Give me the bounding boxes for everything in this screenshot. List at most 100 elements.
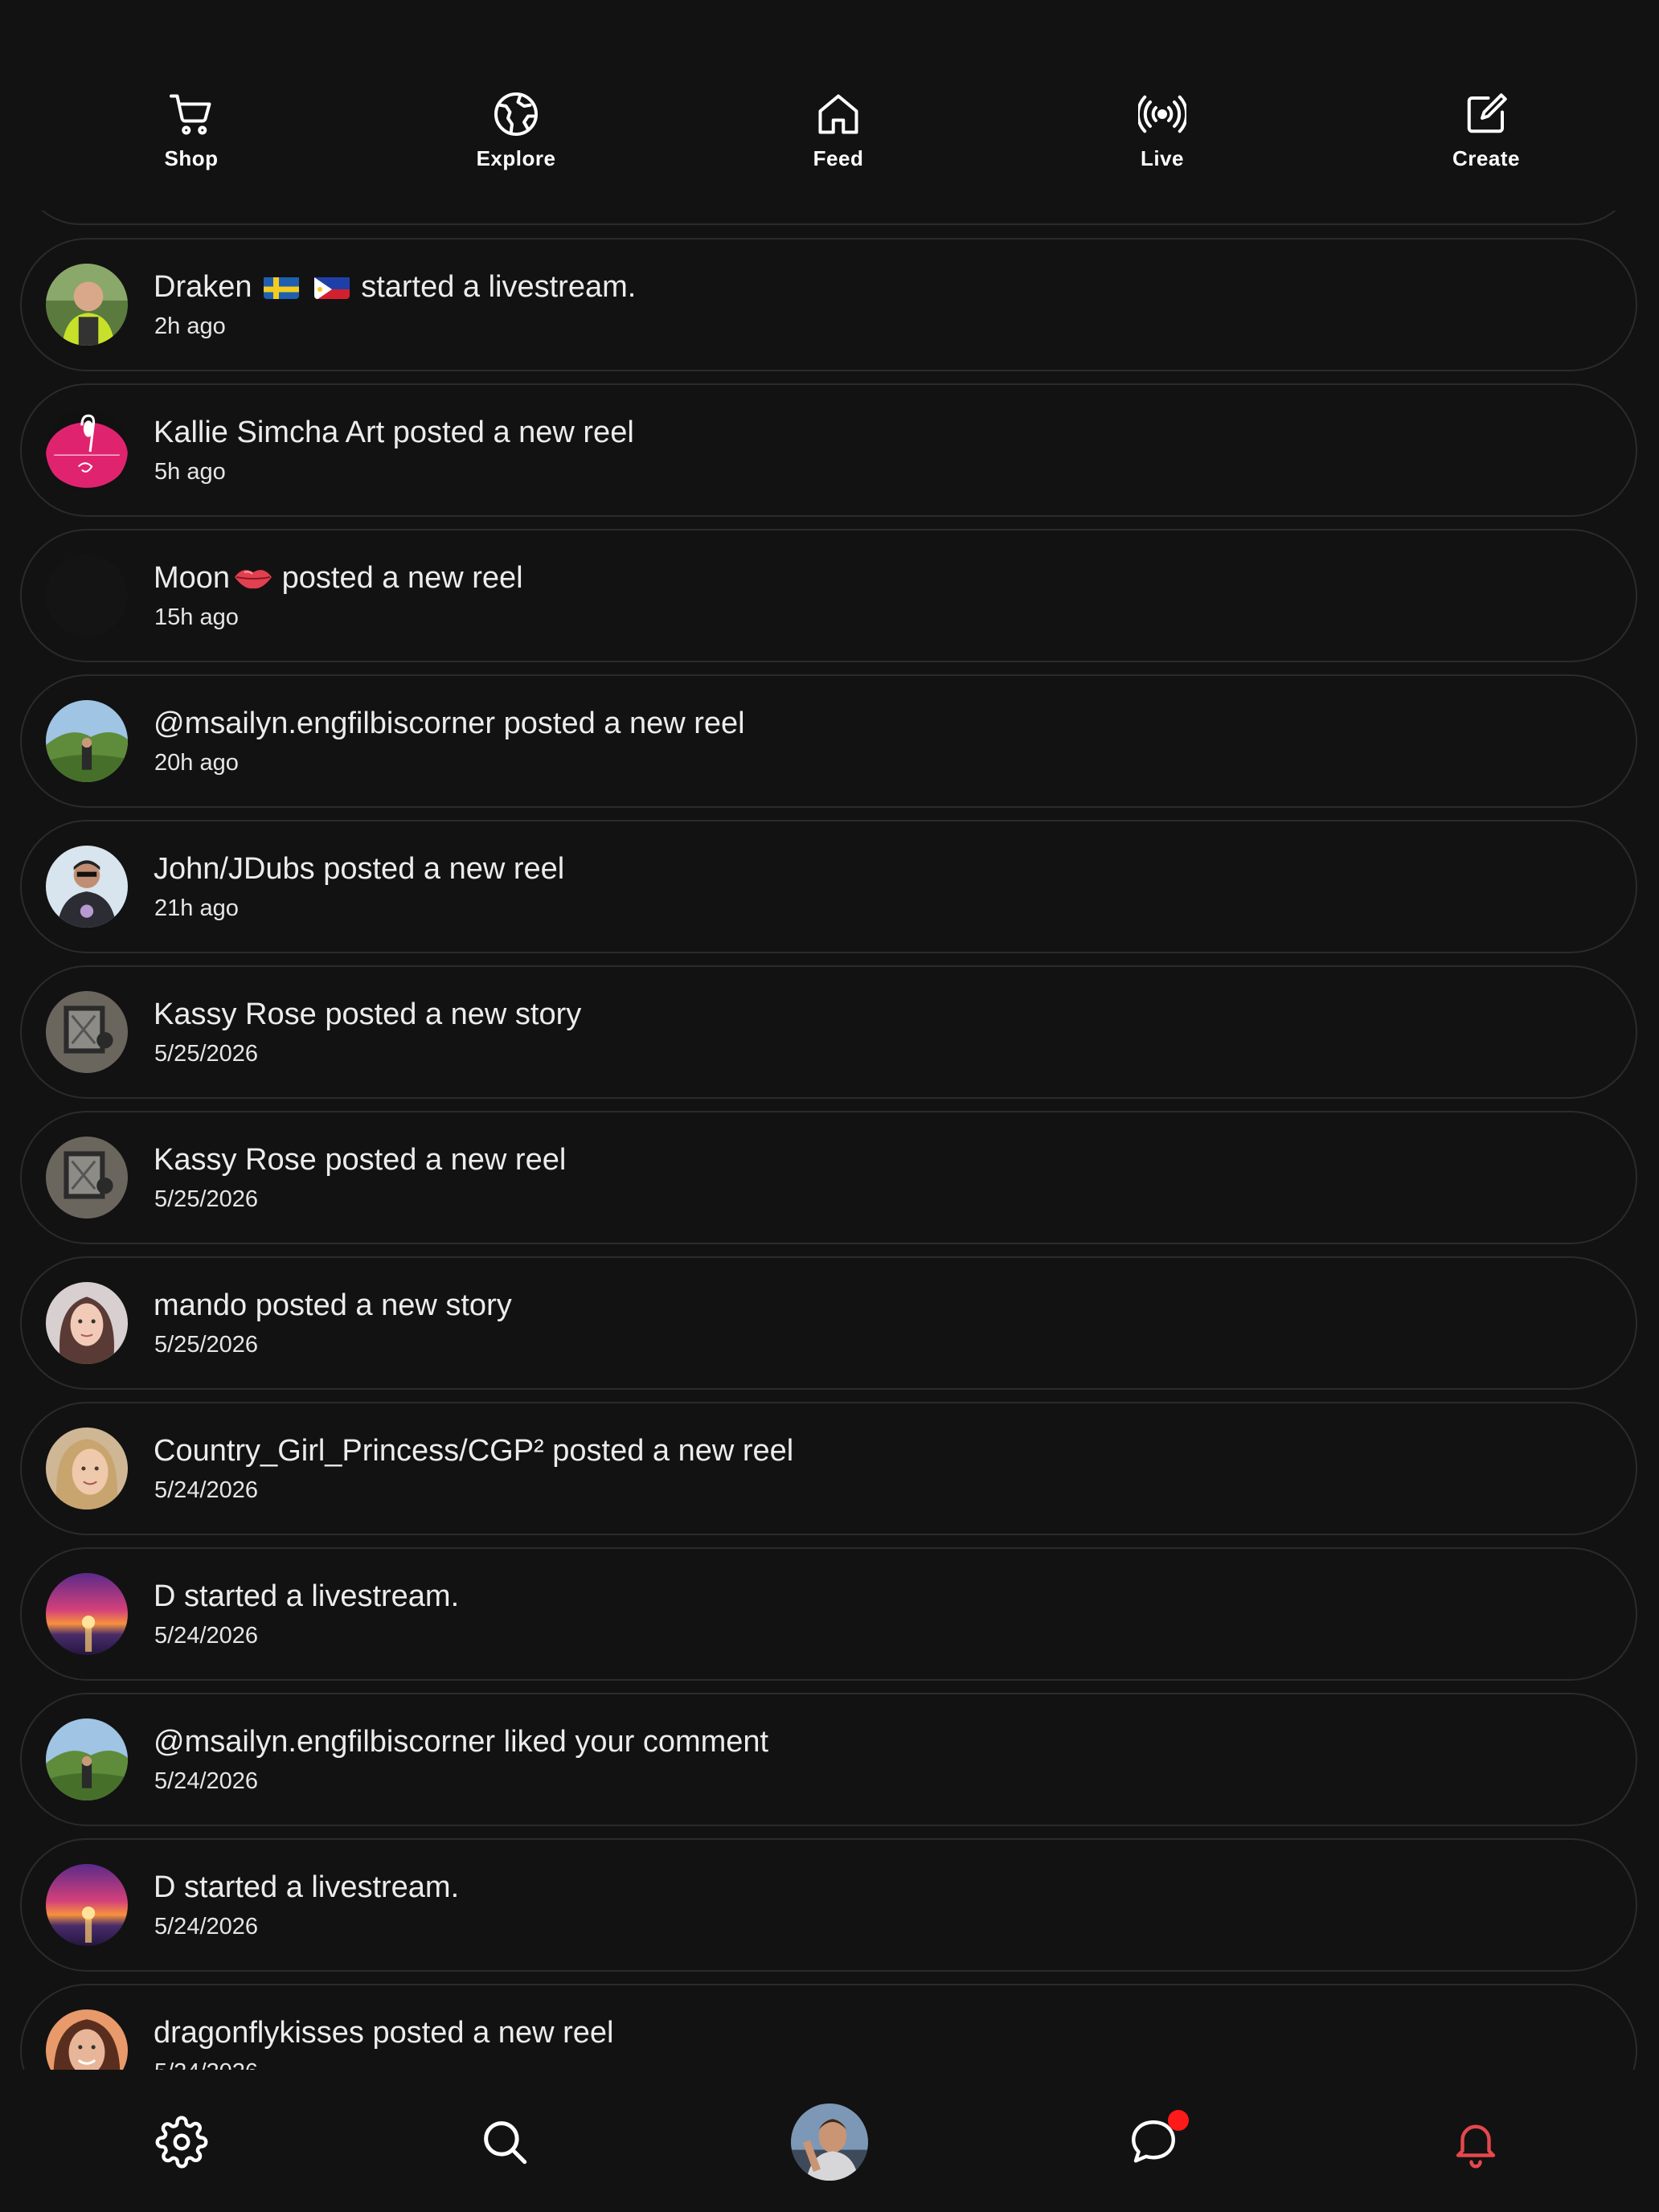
notification-action: posted a new reel xyxy=(372,2016,614,2050)
notification-item[interactable]: Kassy Rose posted a new story 5/25/2026 xyxy=(20,965,1637,1099)
notification-action: posted a new reel xyxy=(392,416,634,449)
profile-button[interactable] xyxy=(789,2102,870,2182)
user-name[interactable]: Kassy Rose xyxy=(154,997,317,1031)
notification-action: posted a new reel xyxy=(323,852,565,886)
timestamp: 15h ago xyxy=(154,604,239,630)
notification-action: posted a new reel xyxy=(503,707,745,740)
timestamp: 20h ago xyxy=(154,750,239,776)
sweden-flag-icon xyxy=(264,275,300,299)
nav-feed[interactable]: Feed xyxy=(750,90,927,171)
nav-live[interactable]: Live xyxy=(1074,90,1251,171)
user-name[interactable]: Kassy Rose xyxy=(154,1143,317,1177)
notification-item[interactable]: Moon posted a new reel 15h ago xyxy=(20,529,1637,662)
notification-text: @msailyn.engfilbiscorner liked your comm… xyxy=(154,1725,768,1759)
notification-action: started a livestream. xyxy=(184,1870,460,1904)
avatar[interactable] xyxy=(46,1282,128,1364)
notification-item[interactable]: Country_Girl_Princess/CGP² posted a new … xyxy=(20,1402,1637,1535)
notification-action: posted a new reel xyxy=(325,1143,567,1177)
avatar[interactable] xyxy=(46,991,128,1073)
nav-label: Explore xyxy=(476,146,556,170)
unread-badge xyxy=(1168,2110,1189,2131)
nav-label: Create xyxy=(1452,146,1520,170)
notification-item[interactable]: mando posted a new story 5/25/2026 xyxy=(20,1256,1637,1390)
notification-text: D started a livestream. xyxy=(154,1579,459,1614)
user-name[interactable]: D xyxy=(154,1579,175,1613)
timestamp: 2h ago xyxy=(154,313,226,339)
user-name[interactable]: Moon xyxy=(154,561,230,595)
gear-icon xyxy=(155,2116,208,2169)
avatar[interactable] xyxy=(46,846,128,928)
avatar[interactable] xyxy=(46,700,128,782)
broadcast-icon xyxy=(1138,95,1186,133)
nav-shop[interactable]: Shop xyxy=(103,90,280,171)
notification-text: Kallie Simcha Art posted a new reel xyxy=(154,416,634,450)
user-name[interactable]: John/JDubs xyxy=(154,852,315,886)
notification-text: Draken started a livestream. xyxy=(154,270,636,305)
notification-feed[interactable]: Draken started a livestream. 2h ago Kall… xyxy=(0,0,1659,2070)
avatar xyxy=(791,2103,868,2181)
compose-icon xyxy=(1467,93,1507,133)
avatar[interactable] xyxy=(46,1573,128,1655)
home-icon xyxy=(818,94,858,134)
notification-text: D started a livestream. xyxy=(154,1870,459,1905)
avatar[interactable] xyxy=(46,1428,128,1509)
notification-item[interactable]: @msailyn.engfilbiscorner posted a new re… xyxy=(20,674,1637,808)
avatar[interactable] xyxy=(46,1137,128,1219)
notifications-screen: Draken started a livestream. 2h ago Kall… xyxy=(0,0,1659,2212)
avatar[interactable] xyxy=(46,1718,128,1800)
top-navigation: Shop Explore Feed Live Create xyxy=(0,0,1659,211)
avatar[interactable] xyxy=(46,409,128,491)
cart-icon xyxy=(170,94,211,135)
avatar[interactable] xyxy=(46,1864,128,1946)
notification-text: Country_Girl_Princess/CGP² posted a new … xyxy=(154,1434,793,1469)
nav-label: Live xyxy=(1140,146,1185,170)
search-icon xyxy=(484,2121,527,2165)
timestamp: 5/25/2026 xyxy=(154,1332,259,1358)
avatar[interactable] xyxy=(46,2009,128,2070)
bell-icon xyxy=(1456,2124,1496,2169)
notifications-button[interactable] xyxy=(1436,2102,1516,2182)
philippines-flag-icon xyxy=(313,275,350,299)
user-name[interactable]: mando xyxy=(154,1288,247,1322)
user-name[interactable]: Draken xyxy=(154,270,252,304)
user-name[interactable]: Country_Girl_Princess/CGP² xyxy=(154,1434,544,1468)
notification-item[interactable]: Kassy Rose posted a new reel 5/25/2026 xyxy=(20,1111,1637,1244)
lips-icon xyxy=(233,564,273,592)
search-button[interactable] xyxy=(465,2102,545,2182)
timestamp: 5/25/2026 xyxy=(154,1041,259,1067)
user-name[interactable]: @msailyn.engfilbiscorner xyxy=(154,1725,495,1759)
notification-text: dragonflykisses posted a new reel xyxy=(154,2016,613,2050)
settings-button[interactable] xyxy=(141,2102,222,2182)
notification-item[interactable]: @msailyn.engfilbiscorner liked your comm… xyxy=(20,1693,1637,1826)
messages-button[interactable] xyxy=(1113,2102,1194,2182)
notification-action: posted a new story xyxy=(325,997,582,1031)
notification-item[interactable]: D started a livestream. 5/24/2026 xyxy=(20,1547,1637,1681)
notification-action: started a livestream. xyxy=(361,270,637,304)
user-name[interactable]: Kallie Simcha Art xyxy=(154,416,384,449)
user-name[interactable]: dragonflykisses xyxy=(154,2016,364,2050)
notification-item[interactable]: Draken started a livestream. 2h ago xyxy=(20,238,1637,371)
timestamp: 5/24/2026 xyxy=(154,1914,259,1940)
timestamp: 5h ago xyxy=(154,459,226,485)
notification-text: @msailyn.engfilbiscorner posted a new re… xyxy=(154,707,745,741)
notification-item[interactable]: dragonflykisses posted a new reel 5/24/2… xyxy=(20,1984,1637,2070)
notification-action: posted a new reel xyxy=(281,561,523,595)
notification-text: Kassy Rose posted a new reel xyxy=(154,1143,566,1178)
notification-action: liked your comment xyxy=(503,1725,769,1759)
notification-item[interactable]: Kallie Simcha Art posted a new reel 5h a… xyxy=(20,383,1637,517)
timestamp: 5/25/2026 xyxy=(154,1186,259,1212)
timestamp: 5/24/2026 xyxy=(154,1768,259,1794)
avatar[interactable] xyxy=(46,555,128,637)
avatar[interactable] xyxy=(46,264,128,346)
user-name[interactable]: D xyxy=(154,1870,175,1904)
notification-item[interactable]: D started a livestream. 5/24/2026 xyxy=(20,1838,1637,1972)
notification-item[interactable]: John/JDubs posted a new reel 21h ago xyxy=(20,820,1637,953)
nav-create[interactable]: Create xyxy=(1398,90,1575,171)
nav-label: Feed xyxy=(813,146,864,170)
bottom-navigation xyxy=(0,2070,1659,2212)
user-name[interactable]: @msailyn.engfilbiscorner xyxy=(154,707,495,740)
timestamp: 5/24/2026 xyxy=(154,1623,259,1649)
nav-explore[interactable]: Explore xyxy=(428,90,604,171)
globe-icon xyxy=(494,92,538,136)
timestamp: 5/24/2026 xyxy=(154,1477,259,1503)
